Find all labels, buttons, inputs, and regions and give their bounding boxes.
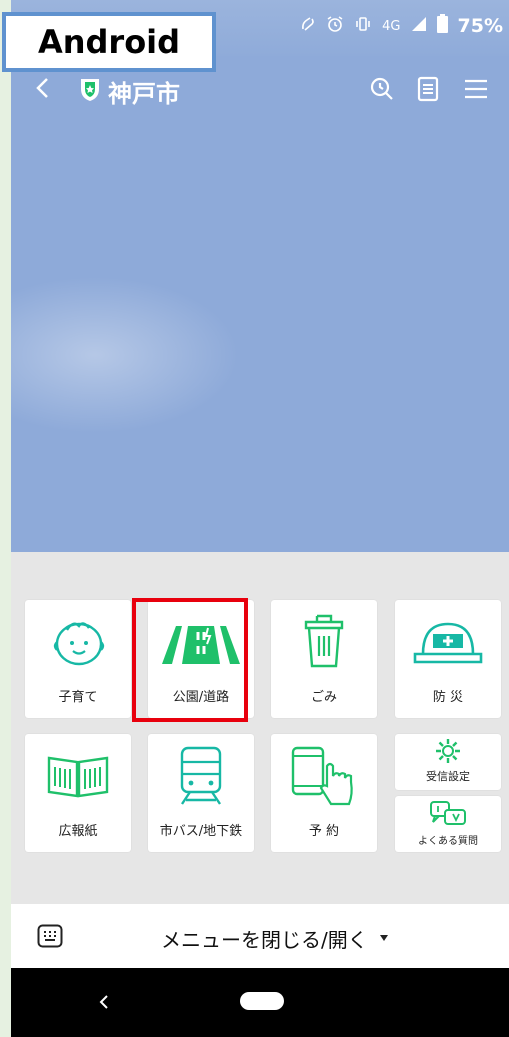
menu-toggle-label[interactable]: メニューを閉じる/開く (161, 924, 368, 953)
signal-icon (411, 16, 427, 37)
tile-label: 受信設定 (426, 770, 470, 783)
battery-percent: 75% (457, 15, 503, 37)
tile-disaster[interactable]: 防 災 (395, 600, 501, 718)
tile-label: 子育て (58, 690, 98, 705)
menu-icon[interactable] (461, 74, 491, 104)
phone-screen: 4G 75% 神戸市 子育て 公園/道路 ごみ 防 災 広報紙 市バス/地下鉄 … (11, 0, 509, 1037)
tile-garbage[interactable]: ごみ (271, 600, 377, 718)
tile-label: よくある質問 (418, 836, 478, 847)
tile-reservation[interactable]: 予 約 (271, 734, 377, 852)
keyboard-icon[interactable] (37, 924, 63, 948)
helmet-icon (413, 622, 483, 664)
caret-down-icon (380, 935, 388, 941)
menu-toggle-bar[interactable]: メニューを閉じる/開く (11, 904, 509, 968)
tile-label: 予 約 (308, 824, 340, 839)
alarm-icon (326, 15, 344, 38)
page-title: 神戸市 (108, 80, 180, 108)
train-icon (180, 746, 222, 805)
tile-bus-subway[interactable]: 市バス/地下鉄 (148, 734, 254, 852)
vibrate-icon (354, 15, 372, 38)
tile-childcare[interactable]: 子育て (25, 600, 131, 718)
system-nav-bar (11, 968, 509, 1037)
tile-receive-settings[interactable]: 受信設定 (395, 734, 501, 790)
battery-icon (436, 14, 448, 38)
nav-back-icon[interactable] (97, 992, 111, 1012)
tile-label: 市バス/地下鉄 (159, 824, 243, 839)
back-icon[interactable] (27, 70, 57, 106)
nfc-icon (300, 15, 316, 38)
rich-menu: 子育て 公園/道路 ごみ 防 災 広報紙 市バス/地下鉄 予 約 受信設定 よく… (11, 552, 509, 904)
search-history-icon[interactable] (367, 74, 397, 104)
tile-label: 防 災 (432, 690, 464, 705)
gear-icon (436, 739, 460, 763)
trash-can-icon (304, 614, 344, 668)
tile-newsletter[interactable]: 広報紙 (25, 734, 131, 852)
os-label-badge: Android (2, 12, 216, 72)
background-cloud (11, 270, 251, 440)
shield-icon (79, 76, 101, 102)
newspaper-icon (47, 756, 109, 798)
home-pill-icon[interactable] (240, 992, 284, 1010)
phone-tap-icon (291, 746, 353, 806)
tile-label: 広報紙 (58, 824, 98, 839)
tile-label: ごみ (310, 690, 337, 705)
network-label: 4G (382, 18, 401, 34)
notes-icon[interactable] (413, 74, 443, 104)
qa-bubble-icon (430, 801, 466, 825)
status-icons: 4G 75% (300, 14, 503, 38)
highlight-frame (132, 598, 248, 722)
baby-face-icon (53, 622, 105, 666)
tile-faq[interactable]: よくある質問 (395, 796, 501, 852)
